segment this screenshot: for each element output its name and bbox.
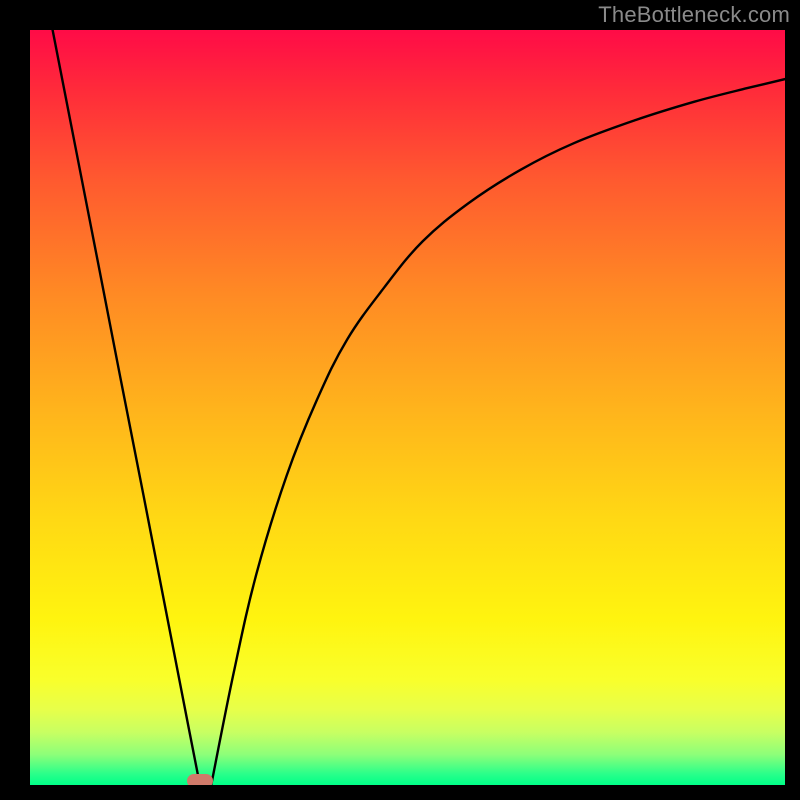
curve-overlay	[30, 30, 785, 785]
optimal-marker	[187, 774, 213, 785]
bottleneck-curve	[53, 30, 785, 785]
plot-area	[30, 30, 785, 785]
watermark-text: TheBottleneck.com	[598, 2, 790, 28]
chart-frame: TheBottleneck.com	[0, 0, 800, 800]
